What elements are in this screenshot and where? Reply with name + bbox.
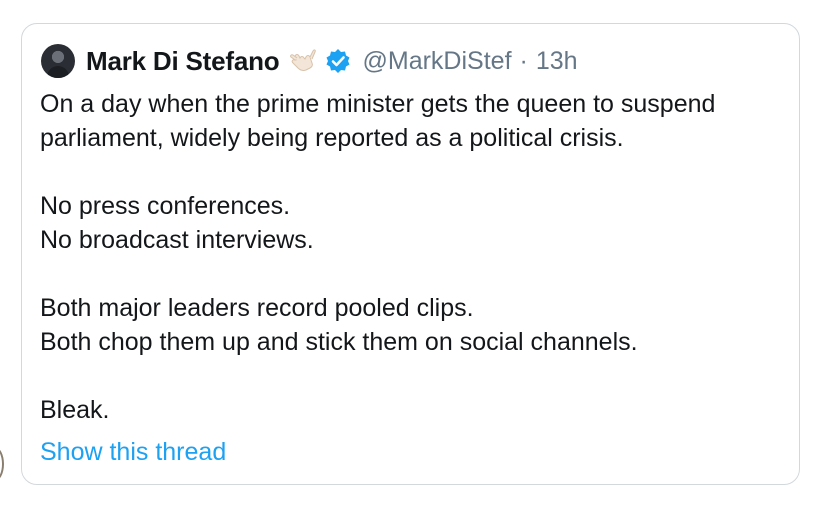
- call-me-hand-icon: [288, 46, 318, 76]
- tweet-paragraph: No press conferences. No broadcast inter…: [40, 189, 795, 257]
- tweet-text-line: Both major leaders record pooled clips.: [40, 294, 474, 322]
- show-thread-link[interactable]: Show this thread: [40, 435, 226, 469]
- author-handle[interactable]: @MarkDiStef: [363, 47, 512, 76]
- author-avatar[interactable]: [41, 44, 75, 78]
- tweet-text-line: No press conferences.: [40, 192, 291, 220]
- tweet-paragraph: Both major leaders record pooled clips. …: [40, 291, 795, 359]
- tweet-text-line: Both chop them up and stick them on soci…: [40, 328, 638, 356]
- tweet-text-line: No broadcast interviews.: [40, 226, 314, 254]
- tweet-paragraph: On a day when the prime minister gets th…: [40, 87, 795, 155]
- tweet-paragraph: Bleak.: [40, 393, 795, 427]
- cropped-element-fragment: [0, 447, 4, 481]
- tweet-body: On a day when the prime minister gets th…: [40, 87, 795, 427]
- tweet-timestamp[interactable]: 13h: [536, 47, 578, 76]
- tweet-text-line: On a day when the prime minister gets th…: [40, 90, 716, 118]
- header-separator: ·: [519, 46, 528, 75]
- tweet-text-line: parliament, widely being reported as a p…: [40, 124, 624, 152]
- author-display-name[interactable]: Mark Di Stefano: [86, 46, 280, 77]
- tweet-text-line: Bleak.: [40, 396, 110, 424]
- tweet-header: Mark Di Stefano @MarkDiStef · 13h: [41, 44, 578, 78]
- screenshot-stage: Mark Di Stefano @MarkDiStef · 13h On a d…: [0, 0, 825, 509]
- verified-badge-icon: [324, 47, 352, 75]
- quoted-tweet-card[interactable]: Mark Di Stefano @MarkDiStef · 13h On a d…: [21, 23, 800, 485]
